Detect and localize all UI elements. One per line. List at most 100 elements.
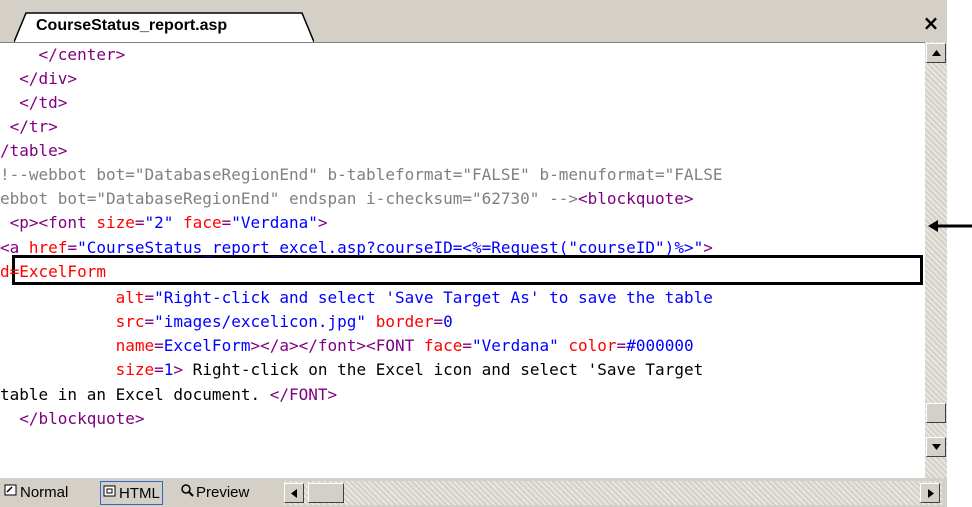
code-token: <blockquote>	[577, 189, 694, 208]
code-token: =	[616, 336, 627, 355]
arrow-right-icon	[928, 489, 934, 498]
code-line: <p><font size="2" face="Verdana">	[0, 211, 328, 235]
code-token: <p><font	[0, 213, 97, 232]
code-token: =	[221, 213, 232, 232]
code-token: </blockquote>	[0, 409, 145, 428]
code-token: "Verdana"	[231, 213, 318, 232]
tab-title: CourseStatus_report.asp	[36, 17, 228, 34]
code-token: >	[703, 238, 713, 257]
code-token: alt	[115, 288, 145, 307]
code-token: table in an Excel document.	[0, 385, 270, 404]
code-token: "CourseStatus_report_excel.asp?courseID=…	[77, 238, 704, 257]
code-token: =	[462, 336, 473, 355]
code-token: ></a></font><FONT	[250, 336, 424, 355]
code-line: </td>	[0, 91, 67, 115]
code-token: =	[144, 312, 155, 331]
code-line: </div>	[0, 67, 77, 91]
code-token: "2"	[144, 213, 174, 232]
code-token: 0	[443, 312, 453, 331]
code-line: ebbot bot="DatabaseRegionEnd" endspan i-…	[0, 187, 694, 211]
code-token: =	[134, 213, 145, 232]
code-line: /table>	[0, 139, 67, 163]
vertical-scroll-thumb[interactable]	[926, 403, 946, 423]
tab-normal-label: Normal	[20, 484, 69, 501]
close-icon[interactable]: ×	[921, 13, 941, 33]
code-token: Right-click on the Excel icon and select…	[183, 360, 704, 379]
code-line: size=1> Right-click on the Excel icon an…	[0, 358, 704, 382]
code-line: d=ExcelForm	[0, 260, 106, 284]
view-tab-bar: Normal HTML Preview	[0, 478, 947, 507]
code-line: </blockquote>	[0, 407, 145, 431]
code-token: face	[183, 213, 222, 232]
tab-normal[interactable]: Normal	[4, 481, 68, 505]
horizontal-scrollbar[interactable]	[284, 481, 942, 505]
scroll-down-button[interactable]	[926, 437, 946, 457]
code-token: 1	[163, 360, 174, 379]
scroll-right-button[interactable]	[920, 483, 940, 503]
tab-preview-label: Preview	[196, 484, 250, 501]
arrow-down-icon	[932, 444, 941, 450]
horizontal-scroll-thumb[interactable]	[308, 483, 344, 503]
code-token: >	[317, 213, 328, 232]
code-token: >	[173, 360, 184, 379]
code-token: src	[115, 312, 145, 331]
scroll-up-button[interactable]	[926, 43, 946, 63]
code-token: </td>	[0, 93, 68, 112]
tab-preview[interactable]: Preview	[180, 481, 249, 505]
code-line: </tr>	[0, 115, 58, 139]
code-token: #000000	[626, 336, 694, 355]
code-token: =	[154, 336, 164, 355]
code-token: =	[67, 238, 78, 257]
code-token: "Right-click and select 'Save Target As'…	[154, 288, 713, 307]
arrow-left-icon	[928, 220, 972, 232]
tab-html-label: HTML	[119, 485, 160, 502]
code-line: !--webbot bot="DatabaseRegionEnd" b-tabl…	[0, 163, 722, 187]
code-token: color	[568, 336, 617, 355]
vertical-scrollbar[interactable]	[925, 42, 947, 478]
tab-html[interactable]: HTML	[100, 481, 163, 505]
code-token: face	[423, 336, 463, 355]
arrow-left-icon	[291, 489, 297, 498]
code-token: <a	[0, 238, 29, 257]
code-token: d=ExcelForm	[0, 262, 106, 281]
arrow-up-icon	[932, 50, 941, 56]
code-token: /table>	[0, 141, 68, 160]
code-token: "images/excelicon.jpg"	[154, 312, 367, 331]
code-token: </FONT>	[269, 385, 338, 404]
code-token: border	[375, 312, 434, 331]
code-token: href	[28, 238, 68, 257]
code-token: </center>	[0, 45, 126, 64]
code-token: </div>	[0, 69, 78, 88]
code-line: </center>	[0, 43, 126, 67]
code-line: <a href="CourseStatus_report_excel.asp?c…	[0, 236, 713, 260]
code-token: name	[115, 336, 155, 355]
normal-view-icon	[4, 481, 18, 505]
tab-document[interactable]: CourseStatus_report.asp	[14, 12, 314, 43]
code-editor[interactable]: </center> </div> </td> </tr> /table> !--we…	[0, 42, 925, 479]
code-token: ExcelForm	[163, 336, 251, 355]
code-line: src="images/excelicon.jpg" border=0	[0, 310, 453, 334]
code-token: =	[433, 312, 444, 331]
preview-view-icon	[180, 481, 194, 505]
code-token: size	[115, 360, 155, 379]
html-view-icon	[103, 482, 117, 506]
code-token: </tr>	[0, 117, 58, 136]
code-line: table in an Excel document. </FONT>	[0, 383, 337, 407]
editor-window: CourseStatus_report.asp × </center> </di…	[0, 0, 947, 507]
code-token: "Verdana"	[472, 336, 559, 355]
scroll-left-button[interactable]	[284, 483, 304, 503]
code-token: !--webbot bot="DatabaseRegionEnd" b-tabl…	[0, 165, 723, 184]
code-token: =	[154, 360, 164, 379]
code-token: size	[96, 213, 135, 232]
code-token: =	[144, 288, 155, 307]
code-line: name=ExcelForm></a></font><FONT face="Ve…	[0, 334, 694, 358]
code-line: alt="Right-click and select 'Save Target…	[0, 286, 713, 310]
tab-strip: CourseStatus_report.asp ×	[0, 0, 947, 43]
